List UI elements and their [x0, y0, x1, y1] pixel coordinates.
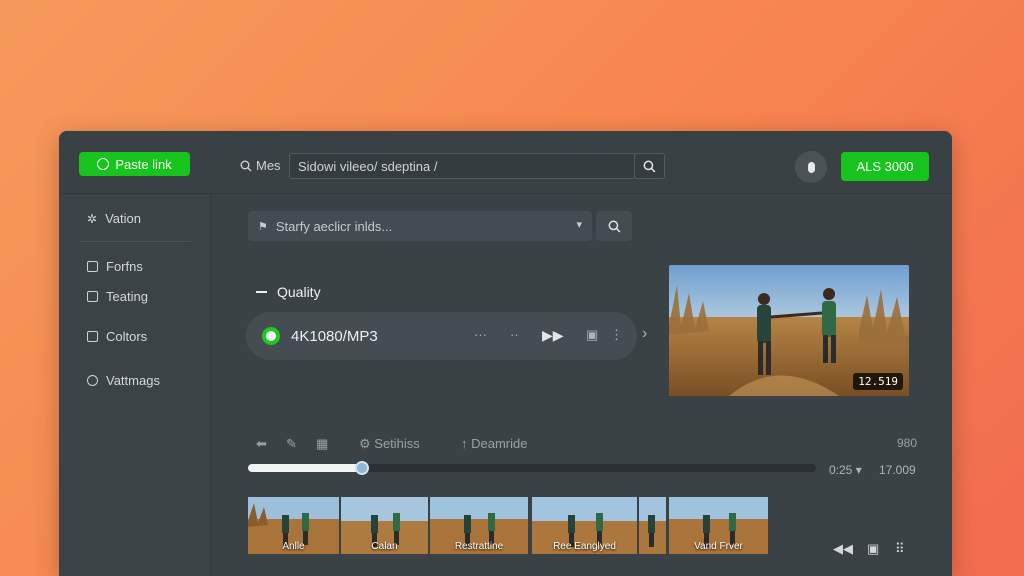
- folder-icon: [87, 331, 98, 342]
- search-icon: [240, 160, 252, 171]
- thumbnail-caption: Restrattine: [454, 541, 504, 552]
- duration-badge: 12.519: [853, 373, 903, 390]
- collapse-icon: [256, 291, 267, 293]
- thumbnail-caption: Calan: [371, 541, 398, 552]
- back-icon[interactable]: ⬅: [256, 436, 267, 452]
- thumbnail[interactable]: Vand Frver: [669, 497, 768, 554]
- layout-icon[interactable]: ▦: [316, 436, 328, 452]
- grid-icon: [87, 291, 98, 302]
- chevron-down-icon: ▾: [576, 219, 582, 231]
- search-label: Mes: [240, 158, 281, 173]
- search-icon: [643, 160, 656, 172]
- file-icon: [87, 261, 98, 272]
- sidebar-item-label: Teating: [106, 289, 148, 304]
- chevron-down-icon: ▾: [855, 463, 862, 477]
- settings-label: Setihiss: [374, 436, 420, 451]
- sidebar-item-label: Coltors: [106, 329, 148, 344]
- thumbnail[interactable]: Anlle: [248, 497, 339, 554]
- chevron-right-icon[interactable]: ›: [642, 325, 647, 343]
- sliders-icon: ⚙: [359, 436, 375, 451]
- url-search-button[interactable]: [634, 153, 665, 179]
- video-preview[interactable]: 12.519: [669, 265, 909, 396]
- microphone-icon: [807, 161, 815, 173]
- sidebar-item-label: Vation: [105, 211, 141, 226]
- thumbnail[interactable]: Calan: [341, 497, 428, 554]
- quality-title: Quality: [277, 284, 321, 300]
- sidebar: ✲ Vation Forfns Teating Coltors Vattmags: [59, 194, 211, 576]
- kebab-menu-icon[interactable]: ⋮: [610, 327, 623, 343]
- link-icon: [97, 158, 110, 170]
- thumbnail[interactable]: Ree Eanglyed: [532, 497, 637, 554]
- sidebar-item-label: Forfns: [106, 259, 143, 274]
- app-window: Paste link Mes Sidowi vileeo/ sdeptina /…: [59, 131, 952, 576]
- paste-link-button[interactable]: Paste link: [79, 152, 190, 176]
- timeline-scrubber[interactable]: [248, 461, 816, 475]
- search-label-text: Mes: [256, 158, 281, 173]
- sidebar-item-vation[interactable]: ✲ Vation: [87, 211, 141, 226]
- radio-selected-icon[interactable]: [262, 327, 280, 345]
- tag-icon: [87, 375, 98, 386]
- dash-icon[interactable]: ··: [510, 327, 519, 342]
- download-tool[interactable]: ↑ Deamride: [461, 436, 527, 451]
- thumbnail-caption: Anlle: [282, 541, 305, 552]
- sidebar-divider: [79, 241, 191, 242]
- settings-tool[interactable]: ⚙ Setihiss: [359, 436, 420, 452]
- microphone-button[interactable]: [795, 151, 827, 183]
- main-panel: ⚑ Starfy aeclicr inlds... ▾ Quality 4K10…: [212, 194, 952, 576]
- search-icon: [608, 220, 620, 232]
- sidebar-item-forfns[interactable]: Forfns: [87, 259, 143, 274]
- top-bar: Paste link Mes Sidowi vileeo/ sdeptina /…: [59, 131, 952, 194]
- sidebar-item-label: Vattmags: [106, 373, 160, 388]
- crop-icon[interactable]: ▣: [867, 541, 879, 557]
- sidebar-item-coltors[interactable]: Coltors: [87, 329, 147, 344]
- grid-view-icon[interactable]: ⠿: [895, 541, 905, 557]
- fast-forward-icon[interactable]: ▶▶: [542, 327, 564, 344]
- edit-icon[interactable]: ✎: [286, 436, 297, 452]
- thumbnail[interactable]: Restrattine: [430, 497, 528, 554]
- filter-placeholder: Starfy aeclicr inlds...: [275, 218, 393, 234]
- sidebar-item-teating[interactable]: Teating: [87, 289, 148, 304]
- timeline-handle[interactable]: [354, 461, 369, 475]
- thumbnail-image: [639, 497, 666, 554]
- puzzle-icon: ✲: [87, 211, 98, 226]
- toolbar-value: 980: [897, 436, 918, 450]
- thumbnail-caption: Vand Frver: [694, 541, 743, 552]
- more-icon[interactable]: ···: [474, 327, 487, 342]
- url-input-value: Sidowi vileeo/ sdeptina /: [298, 159, 438, 174]
- flag-icon: ⚑: [258, 220, 268, 233]
- sidebar-item-vattmags[interactable]: Vattmags: [87, 373, 160, 388]
- format-value: 4K1080/MP3: [291, 328, 378, 345]
- url-input[interactable]: Sidowi vileeo/ sdeptina /: [289, 153, 635, 179]
- account-label: ALS 3000: [856, 159, 914, 174]
- total-time: 17.009: [879, 463, 916, 477]
- current-time: 0:25: [829, 463, 853, 477]
- timeline-progress: [248, 464, 362, 472]
- paste-link-label: Paste link: [115, 156, 172, 172]
- thumbnail[interactable]: [639, 497, 666, 554]
- thumbnail-caption: Ree Eanglyed: [553, 541, 616, 552]
- current-time-select[interactable]: 0:25 ▾: [829, 463, 862, 477]
- rewind-icon[interactable]: ◀◀: [833, 541, 853, 557]
- upload-arrow-icon: ↑: [461, 436, 472, 451]
- filter-dropdown[interactable]: ⚑ Starfy aeclicr inlds... ▾: [248, 211, 592, 241]
- download-label: Deamride: [471, 436, 528, 451]
- format-option[interactable]: 4K1080/MP3 ··· ·· ▶▶ ▣ ⋮: [246, 312, 637, 360]
- quality-heading[interactable]: Quality: [256, 284, 321, 300]
- filter-search-button[interactable]: [596, 211, 632, 241]
- account-button[interactable]: ALS 3000: [841, 152, 929, 181]
- save-icon[interactable]: ▣: [586, 327, 598, 343]
